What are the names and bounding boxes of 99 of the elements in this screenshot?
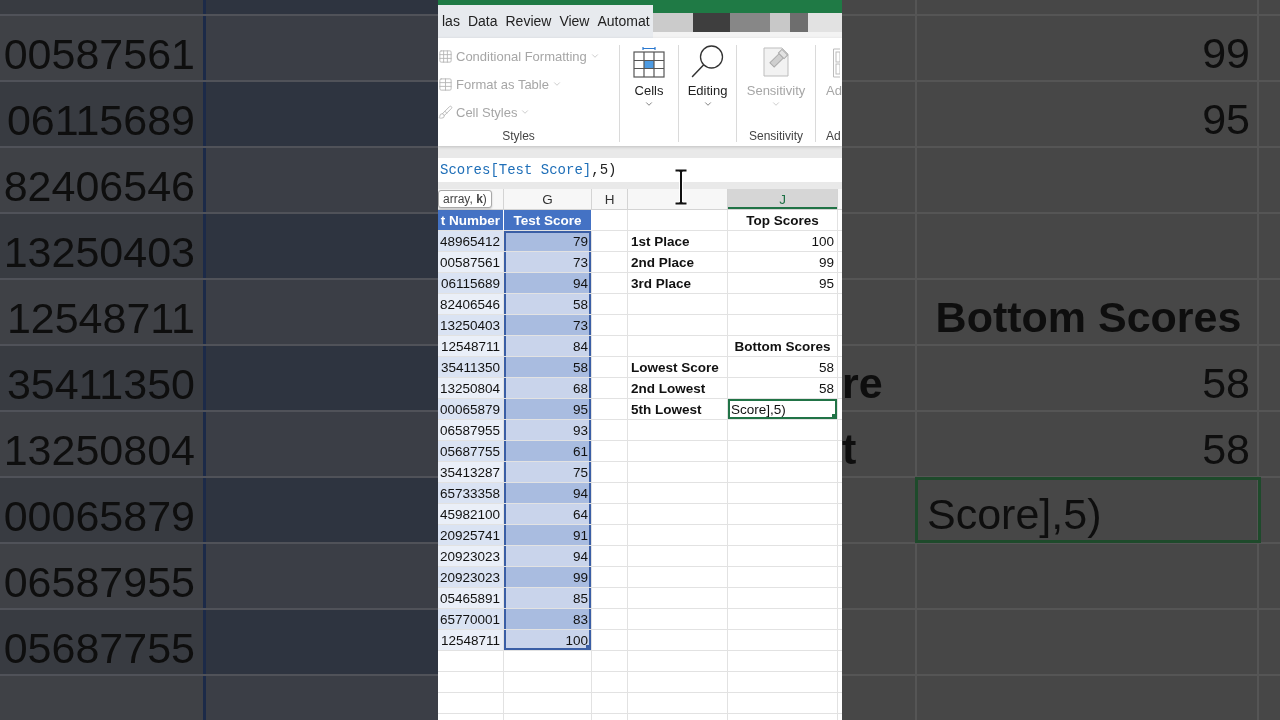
brush-icon (438, 104, 453, 120)
ribbon-tab[interactable]: Review (501, 5, 556, 38)
table-cell: 65733358 (438, 483, 504, 504)
table-cell: 20923023 (438, 546, 504, 567)
table-cell: 65770001 (438, 609, 504, 630)
function-tooltip: array, k) (438, 190, 492, 208)
score-value: 95 (1202, 97, 1250, 141)
table-cell: 06115689 (438, 273, 504, 294)
place-label: 1st Place (628, 231, 728, 252)
chevron-down-icon (644, 99, 654, 109)
table-cell: 00065879 (438, 399, 504, 420)
id-number: 00587561 (3, 32, 195, 76)
id-number: 13250804 (3, 428, 195, 472)
table-cell: 99 (504, 567, 592, 588)
table-cell: 68 (504, 378, 592, 399)
score-value: 99 (1202, 31, 1250, 75)
chevron-down-icon (771, 99, 781, 109)
table-cell: 00587561 (438, 252, 504, 273)
table-cell: 12548711 (438, 336, 504, 357)
score-value: 58 (728, 378, 838, 399)
table-cell: 20925741 (438, 525, 504, 546)
row-label: t (842, 427, 857, 471)
place-label: 5th Lowest (628, 399, 728, 420)
place-label: 2nd Place (628, 252, 728, 273)
column-header[interactable]: G (504, 189, 592, 209)
place-label: Lowest Score (628, 357, 728, 378)
place-label: 2nd Lowest (628, 378, 728, 399)
table-cell: 100 (504, 630, 592, 651)
row-label: re (842, 361, 883, 405)
cell-editor[interactable]: Score],5) (728, 399, 838, 420)
table-cell: 58 (504, 357, 592, 378)
id-number: 12548711 (6, 296, 195, 340)
score-value: 58 (1202, 427, 1250, 471)
table-cell: 79 (504, 231, 592, 252)
table-cell: 73 (504, 315, 592, 336)
place-label: 3rd Place (628, 273, 728, 294)
score-value: 100 (728, 231, 838, 252)
fill-handle[interactable] (832, 414, 837, 419)
table-cell: 13250403 (438, 315, 504, 336)
table-cell: 95 (504, 399, 592, 420)
ribbon-tab[interactable]: Data (463, 5, 502, 38)
table-cell: 13250804 (438, 378, 504, 399)
chevron-down-icon (589, 51, 600, 61)
table-cell: 84 (504, 336, 592, 357)
fill-handle[interactable] (586, 645, 591, 650)
grid-icon (438, 48, 453, 64)
table-cell: 75 (504, 462, 592, 483)
ribbon-tab[interactable]: View (555, 5, 594, 38)
ribbon-tab[interactable]: Automat (593, 5, 653, 38)
search-icon (691, 45, 724, 78)
ribbon-button[interactable]: Cells (630, 42, 668, 109)
table-cell: 94 (504, 273, 592, 294)
ribbon-button[interactable]: Editing (684, 42, 731, 109)
table-cell: 91 (504, 525, 592, 546)
column-header[interactable]: H (592, 189, 628, 209)
chevron-down-icon (551, 79, 562, 89)
group-label: Styles (502, 129, 535, 143)
score-value: 58 (1202, 361, 1250, 405)
table-header-cell: Test Score (504, 210, 592, 231)
table-cell: 94 (504, 483, 592, 504)
table-cell: 20923023 (438, 567, 504, 588)
section-heading: Bottom Scores (935, 295, 1242, 339)
table-cell: 35413287 (438, 462, 504, 483)
table-icon (438, 76, 453, 92)
formula-bar[interactable]: Scores[Test Score],5) (438, 158, 842, 182)
table-cell: 06587955 (438, 420, 504, 441)
table-cell: 35411350 (438, 357, 504, 378)
section-heading: Bottom Scores (728, 336, 838, 357)
chevron-down-icon (520, 107, 531, 117)
table-cell: 05465891 (438, 588, 504, 609)
chevron-down-icon (702, 99, 713, 109)
panel-icon (833, 48, 840, 78)
id-number: 06587955 (3, 560, 195, 604)
table-cell: 94 (504, 546, 592, 567)
table-icon (633, 47, 665, 78)
table-cell: 83 (504, 609, 592, 630)
table-cell: 73 (504, 252, 592, 273)
id-number: 82406546 (3, 164, 195, 208)
table-cell: 05687755 (438, 441, 504, 462)
table-header-cell: t Number (438, 210, 504, 231)
table-cell: 82406546 (438, 294, 504, 315)
group-label: Sensitivity (749, 129, 803, 143)
section-heading: Top Scores (728, 210, 838, 231)
table-cell: 58 (504, 294, 592, 315)
table-cell: 45982100 (438, 504, 504, 525)
table-cell: 64 (504, 504, 592, 525)
group-label: Ad (826, 129, 841, 143)
ribbon-tab[interactable]: las (438, 5, 464, 38)
table-cell: 61 (504, 441, 592, 462)
column-header[interactable]: J (728, 189, 838, 209)
document-icon (762, 46, 790, 78)
table-cell: 93 (504, 420, 592, 441)
score-value: 95 (728, 273, 838, 294)
table-cell: 85 (504, 588, 592, 609)
score-value: 58 (728, 357, 838, 378)
table-cell: 48965412 (438, 231, 504, 252)
score-value: 99 (728, 252, 838, 273)
table-cell: 12548711 (438, 630, 504, 651)
editing-cell: Score],5) (915, 477, 1261, 543)
